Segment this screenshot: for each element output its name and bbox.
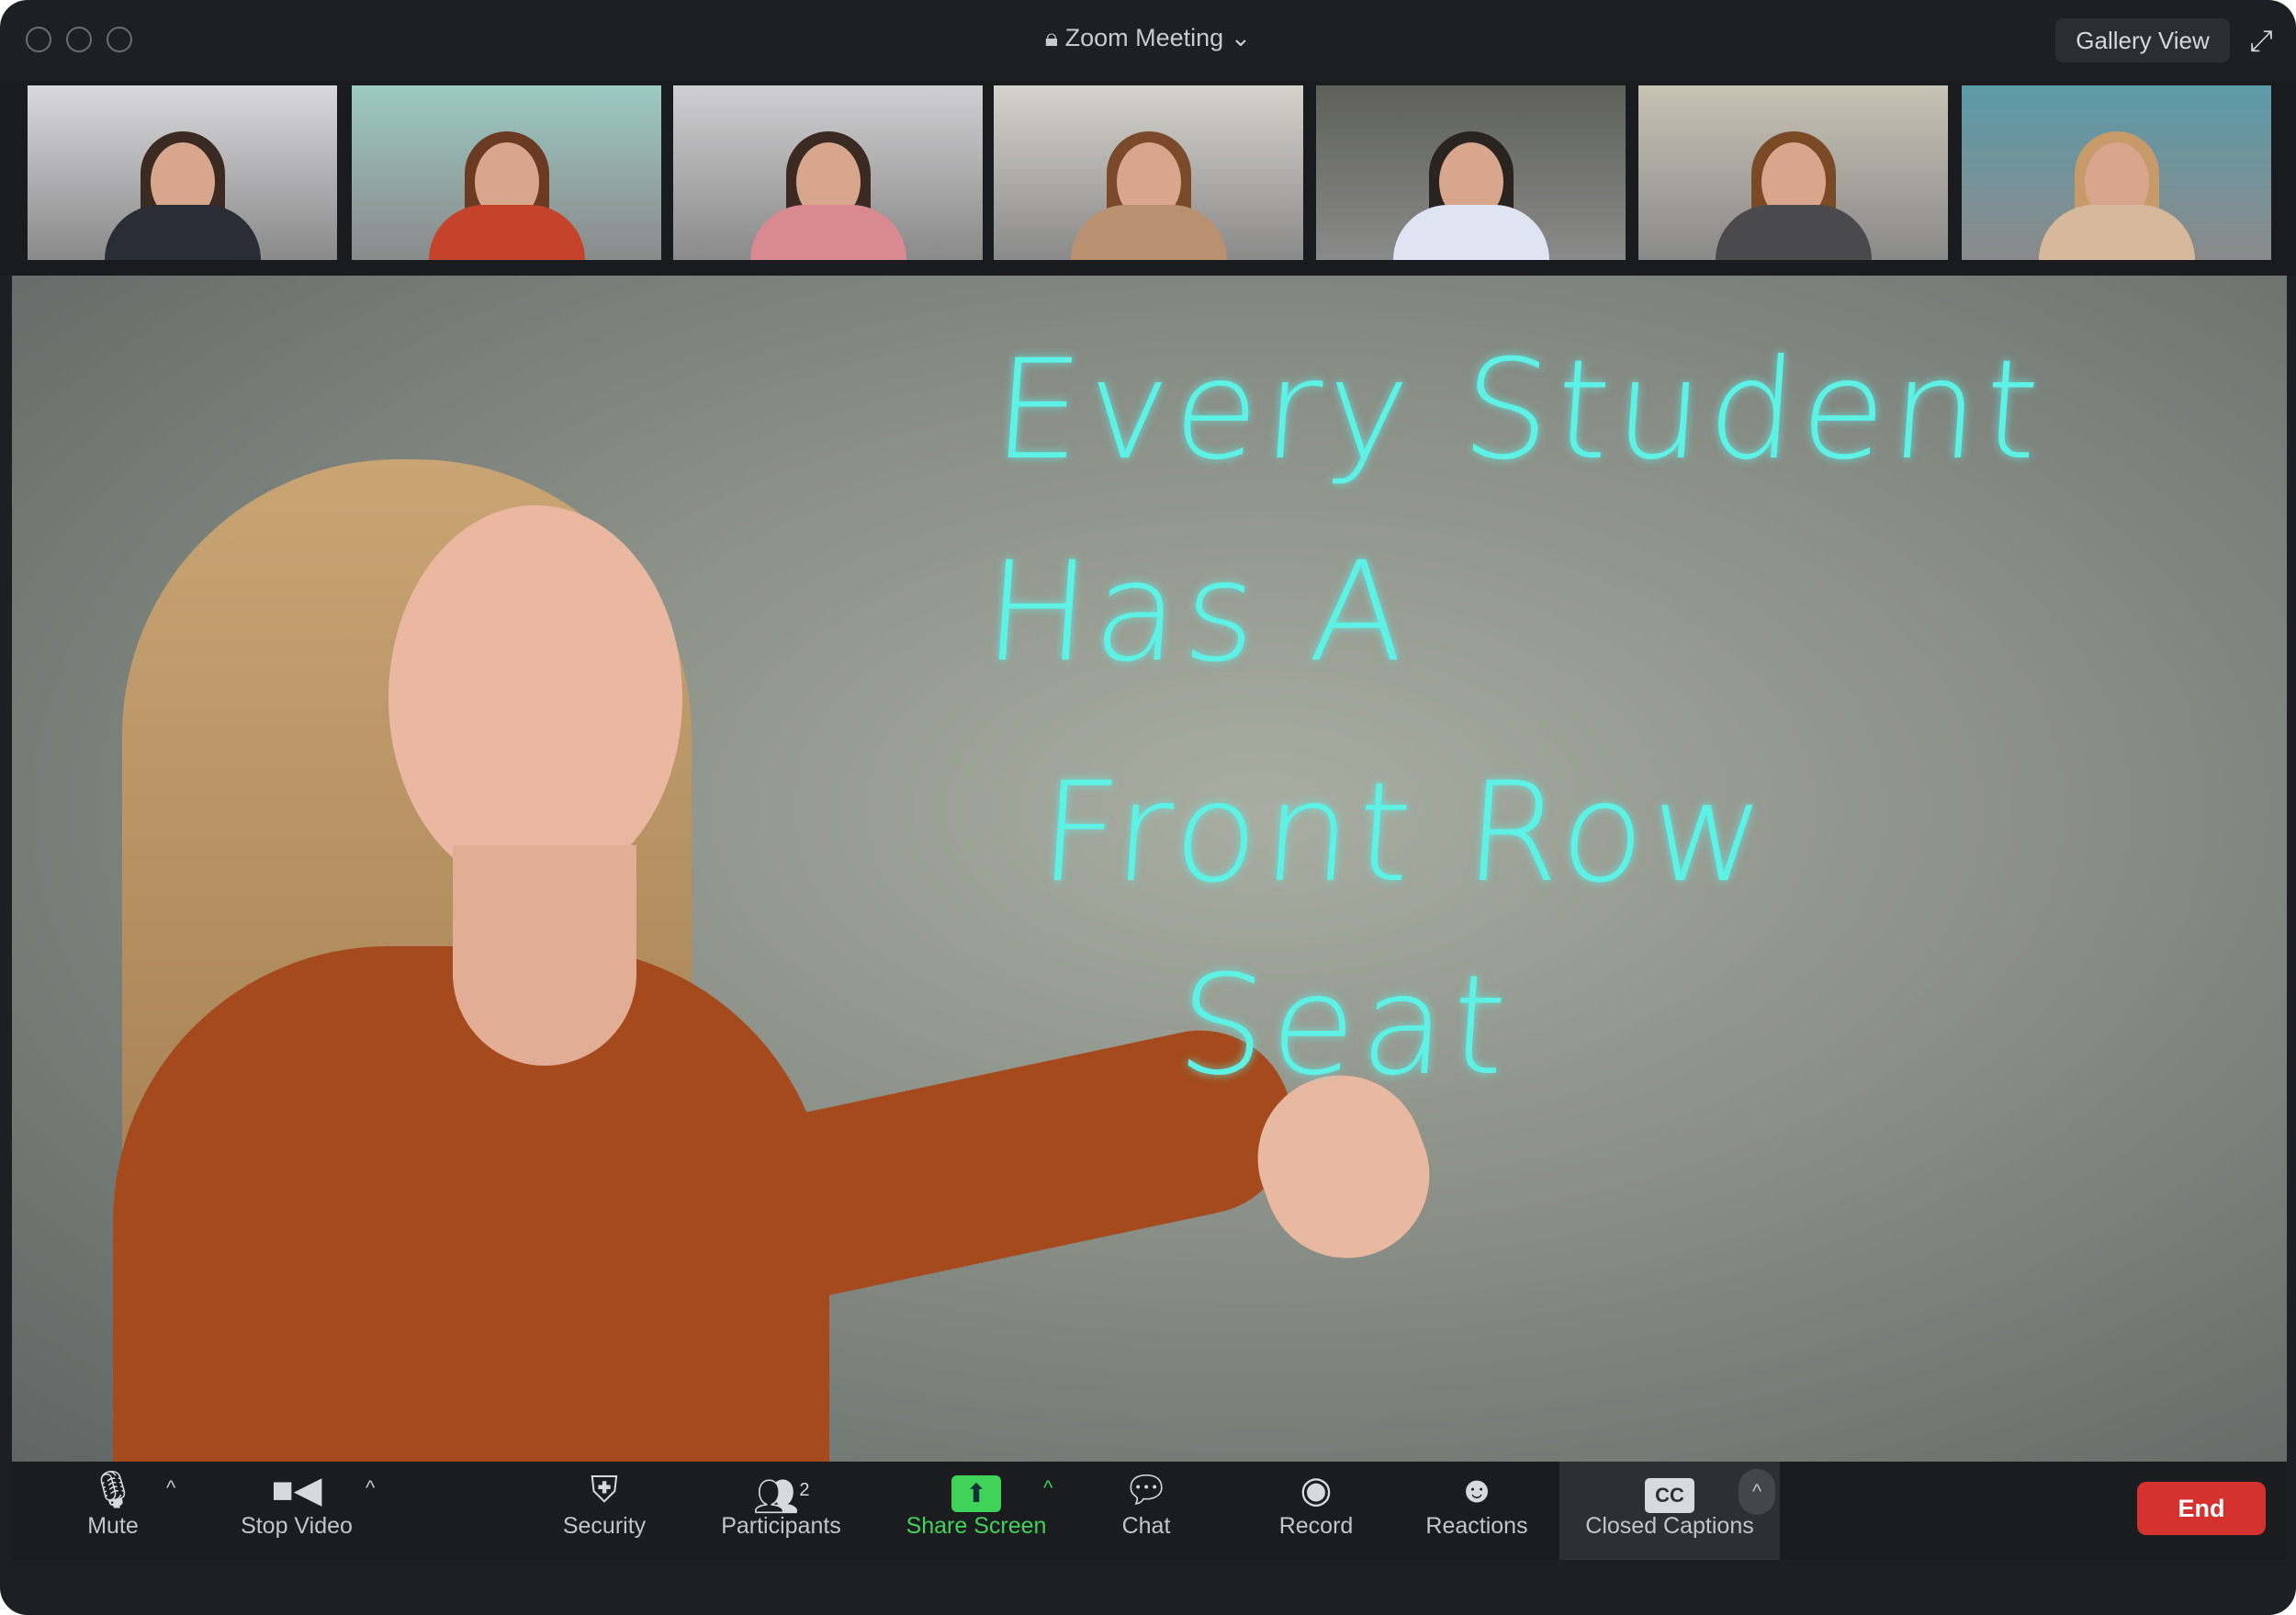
share-screen-icon: ⬆ [894, 1467, 1059, 1513]
active-speaker-video: Every Student Has A Front Row Seat [12, 276, 2287, 1462]
audio-options-caret[interactable]: ^ [166, 1476, 175, 1500]
chevron-down-icon: ⌄ [1223, 24, 1252, 51]
video-camera-icon: ■◀ [271, 1470, 322, 1510]
participant-video-tile[interactable] [1962, 85, 2271, 260]
meeting-toolbar: 🎙︎ Mute ^ ■◀ Stop Video ^ ⛨ Security 👥︎2 Par… [12, 1462, 2287, 1560]
expand-icon[interactable]: ⤢ [2241, 20, 2281, 61]
reactions-button[interactable]: ☻ Reactions [1412, 1467, 1541, 1554]
gallery-view-button[interactable]: Gallery View [2055, 18, 2230, 62]
participant-body [105, 205, 261, 260]
microphone-icon: 🎙︎ [89, 1470, 137, 1510]
participant-video-tile[interactable] [673, 85, 983, 260]
record-button[interactable]: ◉ Record [1261, 1467, 1371, 1554]
teacher-face [388, 505, 682, 891]
participant-video-tile[interactable] [994, 85, 1303, 260]
whiteboard-line-1: Every Student [988, 331, 2050, 491]
whiteboard-line-4: Seat [1172, 946, 1517, 1106]
zoom-window: 🔒︎ Zoom Meeting ⌄ Gallery View ⤢ Every S… [0, 0, 2296, 1615]
video-options-caret[interactable]: ^ [366, 1476, 375, 1500]
teacher-neck [453, 845, 636, 1066]
participant-body [429, 205, 585, 260]
participant-video-tile[interactable] [1638, 85, 1948, 260]
chat-button[interactable]: 💬︎ Chat [1096, 1467, 1197, 1554]
participant-video-tile[interactable] [28, 85, 337, 260]
participants-icon: 👥︎2 [752, 1476, 810, 1518]
end-meeting-button[interactable]: End [2137, 1482, 2266, 1535]
chat-bubble-icon: 💬︎ [1122, 1470, 1170, 1510]
meeting-title[interactable]: 🔒︎ Zoom Meeting ⌄ [0, 24, 2296, 53]
share-screen-button[interactable]: ⬆ Share Screen [894, 1467, 1059, 1554]
participant-video-tile[interactable] [1316, 85, 1626, 260]
smiley-icon: ☻ [1457, 1470, 1497, 1510]
lock-icon: 🔒︎ [1044, 24, 1065, 51]
title-bar: 🔒︎ Zoom Meeting ⌄ Gallery View ⤢ [0, 0, 2296, 81]
shield-icon: ⛨ [591, 1470, 618, 1510]
participant-body [1071, 205, 1227, 260]
mute-button[interactable]: 🎙︎ Mute [58, 1467, 168, 1554]
participant-thumbnails [0, 81, 2296, 276]
participant-body [2039, 205, 2195, 260]
stop-video-button[interactable]: ■◀ Stop Video [223, 1467, 370, 1554]
participant-body [1393, 205, 1549, 260]
participant-count: 2 [799, 1480, 810, 1500]
whiteboard-line-2: Has A [979, 533, 1417, 693]
share-options-caret[interactable]: ^ [1043, 1476, 1052, 1500]
participant-video-tile[interactable] [352, 85, 661, 260]
record-icon: ◉ [1300, 1470, 1333, 1510]
whiteboard-line-3: Front Row [1034, 753, 1775, 913]
captions-options-caret[interactable]: ^ [1739, 1469, 1775, 1515]
participant-body [1716, 205, 1872, 260]
participants-button[interactable]: 👥︎2 Participants [705, 1467, 857, 1554]
security-button[interactable]: ⛨ Security [545, 1467, 664, 1554]
participant-body [750, 205, 906, 260]
